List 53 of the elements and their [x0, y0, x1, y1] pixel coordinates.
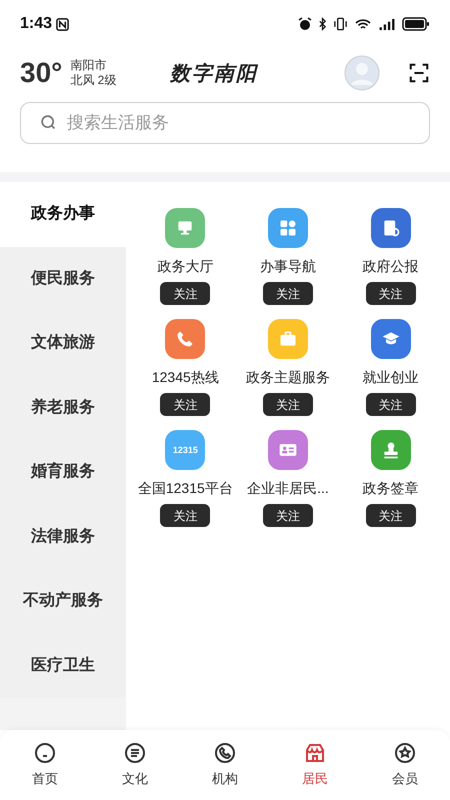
- app-title: 数字南阳: [170, 60, 258, 87]
- follow-button[interactable]: 关注: [160, 393, 210, 416]
- service-label: 办事导航: [260, 257, 316, 276]
- service-label: 政府公报: [362, 257, 419, 276]
- vibrate-icon: [333, 17, 348, 31]
- wifi-icon: [354, 17, 372, 31]
- follow-button[interactable]: 关注: [262, 282, 313, 305]
- service-label: 全国12315平台: [138, 479, 233, 498]
- service-label: 就业创业: [362, 368, 419, 387]
- icon-label: 12315: [172, 446, 198, 454]
- tab-item[interactable]: 会员: [360, 730, 450, 800]
- tab-item[interactable]: 居民: [270, 730, 360, 800]
- tab-item[interactable]: 文化: [90, 730, 180, 800]
- follow-button[interactable]: 关注: [366, 504, 416, 527]
- category-item[interactable]: 政务办事: [0, 182, 126, 246]
- search-field[interactable]: 搜索生活服务: [20, 102, 430, 144]
- service-icon[interactable]: [370, 430, 411, 470]
- home-icon: [33, 741, 57, 766]
- follow-button[interactable]: 关注: [262, 393, 313, 416]
- service-icon[interactable]: [165, 208, 206, 248]
- bluetooth-icon: [318, 17, 327, 31]
- service-label: 政务大厅: [157, 257, 214, 276]
- service-icon[interactable]: [165, 319, 206, 359]
- follow-button[interactable]: 关注: [160, 282, 210, 305]
- service-label: 政务主题服务: [246, 368, 330, 387]
- wind-info: 北风 2级: [70, 73, 116, 88]
- service-icon[interactable]: [268, 208, 308, 248]
- phone-icon: [213, 741, 237, 766]
- list-icon: [123, 741, 147, 766]
- tab-item[interactable]: 机构: [180, 730, 270, 800]
- service-label: 12345热线: [152, 368, 219, 387]
- follow-button[interactable]: 关注: [160, 504, 210, 527]
- status-time: 1:43: [20, 14, 52, 34]
- city-name: 南阳市: [70, 58, 108, 73]
- temperature: 30°: [20, 59, 62, 87]
- tab-item[interactable]: 首页: [0, 730, 90, 800]
- signal-icon: [378, 18, 396, 30]
- search-icon: [40, 114, 57, 131]
- service-label: 政务签章: [362, 479, 419, 498]
- phone-icon: [175, 329, 196, 349]
- service-icon[interactable]: [268, 430, 308, 470]
- scan-icon[interactable]: [408, 62, 430, 84]
- alarm-icon: [298, 17, 312, 31]
- service-icon[interactable]: [370, 319, 411, 359]
- service-label: 企业非居民...: [247, 479, 329, 498]
- follow-button[interactable]: 关注: [262, 504, 313, 527]
- nfc-icon: [56, 18, 70, 30]
- avatar[interactable]: [344, 55, 380, 91]
- follow-button[interactable]: 关注: [366, 282, 416, 305]
- battery-icon: [402, 17, 430, 31]
- follow-button[interactable]: 关注: [366, 393, 416, 416]
- service-icon[interactable]: [370, 208, 411, 248]
- apps-icon: [278, 218, 298, 238]
